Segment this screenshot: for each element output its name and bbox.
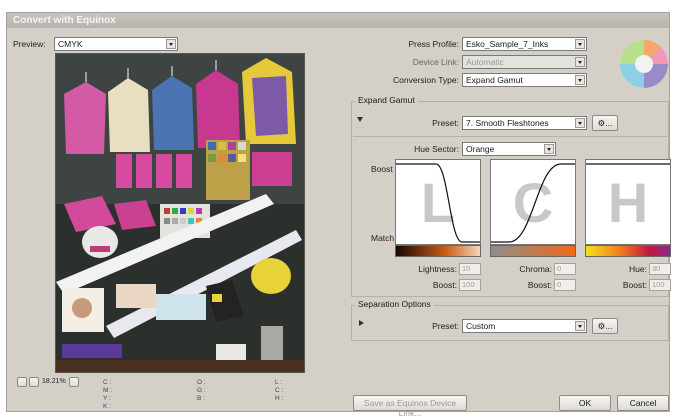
lightness-label: Lightness: xyxy=(418,264,457,274)
press-profile-value: Esko_Sample_7_Inks xyxy=(466,39,549,49)
hue-label: Hue: xyxy=(629,264,647,274)
chroma-boost-field[interactable]: 0 xyxy=(554,279,576,291)
device-link-select[interactable]: Automatic xyxy=(462,55,587,69)
readout-b: B : xyxy=(197,395,205,402)
chevron-down-icon xyxy=(575,39,585,49)
lightness-boost-label: Boost: xyxy=(432,280,457,290)
press-profile-label: Press Profile: xyxy=(408,39,459,49)
expand-icon[interactable] xyxy=(359,320,364,326)
readout-o: O : xyxy=(197,379,206,386)
readout-h: H : xyxy=(275,395,284,402)
color-wheel-icon xyxy=(620,39,668,88)
preview-image xyxy=(55,53,305,373)
hue-field[interactable]: 30 xyxy=(649,263,671,275)
readout-m: M : xyxy=(103,387,113,394)
separation-preset-options-button[interactable]: ⚙... xyxy=(592,318,618,334)
chevron-down-icon xyxy=(544,144,554,154)
chroma-field[interactable]: 0 xyxy=(554,263,576,275)
chroma-label: Chroma: xyxy=(519,264,552,274)
separation-preset-select[interactable]: Custom xyxy=(462,319,587,333)
chevron-down-icon xyxy=(575,321,585,331)
preview-value: CMYK xyxy=(58,39,83,49)
equinox-dialog: Convert with Equinox Preview: CMYK 18.21… xyxy=(6,12,671,418)
expand-gamut-title: Expand Gamut xyxy=(355,95,418,105)
separation-preset-value: Custom xyxy=(466,321,496,331)
hue-gradient xyxy=(585,245,671,257)
hue-sector-select[interactable]: Orange xyxy=(462,142,556,156)
expand-preset-options-button[interactable]: ⚙... xyxy=(592,115,618,131)
device-link-value: Automatic xyxy=(466,57,504,67)
chevron-down-icon xyxy=(166,39,176,49)
preview-select[interactable]: CMYK xyxy=(54,37,178,51)
chroma-curve[interactable]: C xyxy=(490,159,576,245)
hue-curve-line xyxy=(586,163,670,165)
zoom-out-icon[interactable] xyxy=(29,377,39,387)
lightness-curve-line xyxy=(396,163,480,243)
chevron-down-icon xyxy=(575,118,585,128)
device-link-label: Device Link: xyxy=(412,57,459,67)
hue-sector-label: Hue Sector: xyxy=(414,144,459,154)
zoom-in-icon[interactable] xyxy=(69,377,79,387)
readout-g: G : xyxy=(197,387,206,394)
chroma-boost-label: Boost: xyxy=(527,280,552,290)
conversion-type-label: Conversion Type: xyxy=(393,75,459,85)
chroma-gradient xyxy=(490,245,576,257)
hue-boost-label: Boost: xyxy=(622,280,647,290)
expand-preset-label: Preset: xyxy=(432,118,459,128)
hue-sector-value: Orange xyxy=(466,144,495,154)
match-axis-label: Match xyxy=(371,233,395,243)
lightness-gradient xyxy=(395,245,481,257)
divider xyxy=(353,136,667,137)
readout-c: C : xyxy=(103,379,112,386)
preview-photo-graphic xyxy=(56,54,304,372)
readout-chroma: C : xyxy=(275,387,284,394)
readout-l: L : xyxy=(275,379,282,386)
lightness-field[interactable]: 10 xyxy=(459,263,481,275)
readout-k: K : xyxy=(103,403,111,410)
hue-curve[interactable]: H xyxy=(585,159,671,245)
zoom-level: 18.21% xyxy=(42,378,66,385)
conversion-type-value: Expand Gamut xyxy=(466,75,523,85)
conversion-type-select[interactable]: Expand Gamut xyxy=(462,73,587,87)
boost-axis-label: Boost xyxy=(371,164,393,174)
press-profile-select[interactable]: Esko_Sample_7_Inks xyxy=(462,37,587,51)
window-title: Convert with Equinox xyxy=(7,13,669,28)
lightness-boost-field[interactable]: 100 xyxy=(459,279,481,291)
hue-boost-field[interactable]: 100 xyxy=(649,279,671,291)
expand-preset-select[interactable]: 7. Smooth Fleshtones xyxy=(462,116,587,130)
lightness-curve[interactable]: L xyxy=(395,159,481,245)
chevron-down-icon xyxy=(575,75,585,85)
save-device-link-button[interactable]: Save as Equinox Device Link... xyxy=(353,395,467,418)
preview-label: Preview: xyxy=(13,39,46,49)
collapse-icon[interactable] xyxy=(357,117,363,122)
expand-preset-value: 7. Smooth Fleshtones xyxy=(466,118,549,128)
separation-options-title: Separation Options xyxy=(355,299,434,309)
chroma-curve-line xyxy=(491,163,575,243)
ok-button[interactable]: OK xyxy=(559,395,611,411)
fit-view-icon[interactable] xyxy=(17,377,27,387)
readout-y: Y : xyxy=(103,395,111,402)
chevron-down-icon xyxy=(575,57,585,67)
cancel-button[interactable]: Cancel xyxy=(617,395,669,411)
separation-preset-label: Preset: xyxy=(432,321,459,331)
